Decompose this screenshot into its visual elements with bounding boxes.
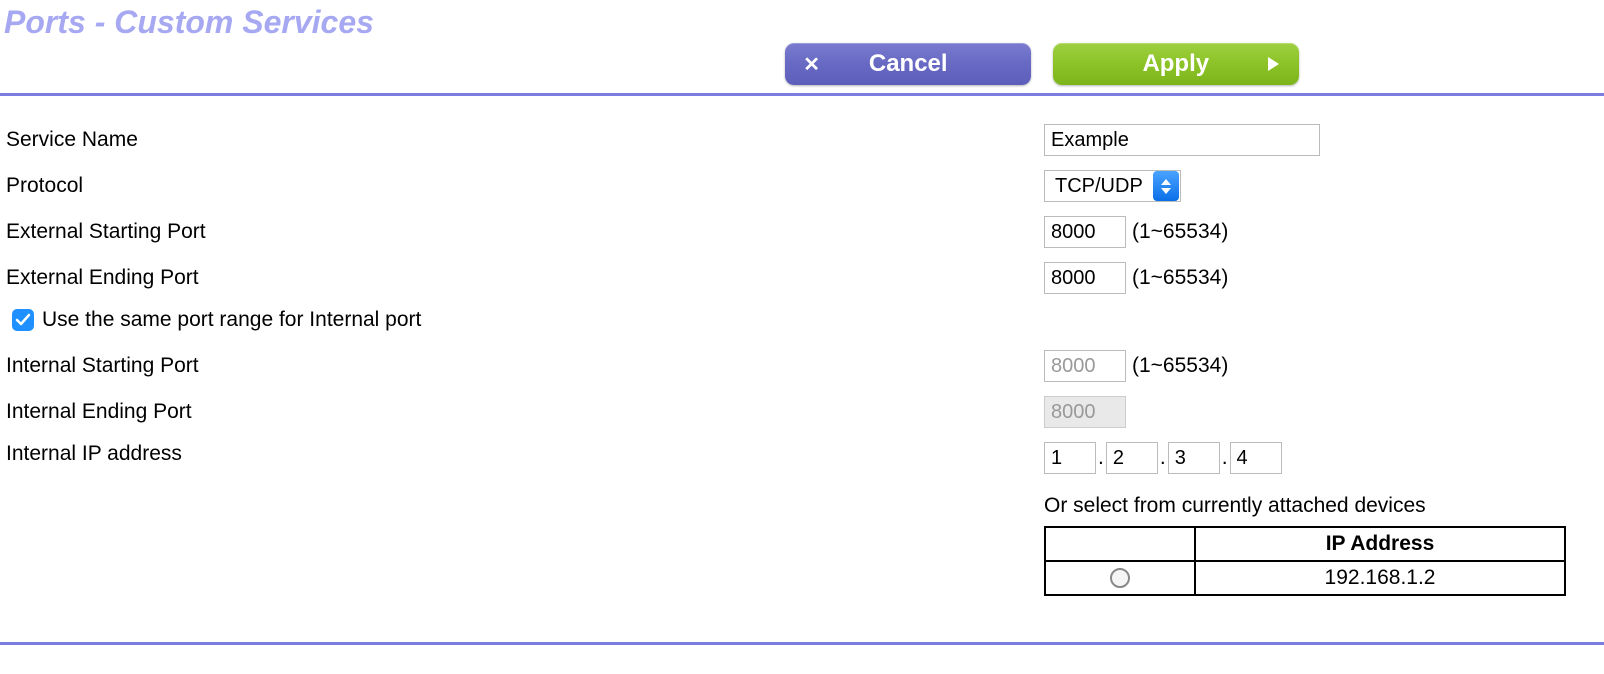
ip-octet-4-input[interactable] [1230,442,1282,474]
ip-dot: . [1160,446,1166,470]
ext-start-port-input[interactable] [1044,216,1126,248]
page-title: Ports - Custom Services [0,0,1604,41]
ext-end-port-input[interactable] [1044,262,1126,294]
devices-ip-header: IP Address [1195,527,1565,561]
same-port-label: Use the same port range for Internal por… [42,308,421,332]
close-icon: ✕ [803,52,820,77]
service-name-input[interactable] [1044,124,1320,156]
apply-button-label: Apply [1142,50,1209,78]
ip-octet-1-input[interactable] [1044,442,1096,474]
same-port-checkbox[interactable] [12,309,34,331]
ext-end-range-hint: (1~65534) [1132,266,1228,290]
button-row: ✕ Cancel Apply [480,41,1604,93]
cancel-button[interactable]: ✕ Cancel [785,43,1031,85]
ip-octet-3-input[interactable] [1168,442,1220,474]
label-int-ip: Internal IP address [6,442,1044,466]
form-area: Service Name Protocol TCP/UDP External S… [0,96,1604,624]
ip-dot: . [1098,446,1104,470]
protocol-select[interactable]: TCP/UDP [1044,170,1181,202]
or-select-text: Or select from currently attached device… [1044,494,1426,518]
label-int-start: Internal Starting Port [6,354,1044,378]
devices-select-header [1045,527,1195,561]
protocol-value: TCP/UDP [1045,175,1153,198]
updown-icon [1153,171,1179,201]
label-ext-end: External Ending Port [6,266,1044,290]
device-radio[interactable] [1110,568,1130,588]
ip-dot: . [1222,446,1228,470]
label-service-name: Service Name [6,128,1044,152]
device-ip-cell: 192.168.1.2 [1195,561,1565,595]
label-protocol: Protocol [6,174,1044,198]
check-icon [15,312,31,328]
cancel-button-label: Cancel [869,50,948,78]
divider-bottom [0,642,1604,645]
int-end-port-input [1044,396,1126,428]
devices-table: IP Address 192.168.1.2 [1044,526,1566,596]
play-icon [1268,57,1279,71]
int-start-range-hint: (1~65534) [1132,354,1228,378]
int-start-port-input[interactable] [1044,350,1126,382]
table-row: 192.168.1.2 [1045,561,1565,595]
label-ext-start: External Starting Port [6,220,1044,244]
ext-start-range-hint: (1~65534) [1132,220,1228,244]
apply-button[interactable]: Apply [1053,43,1299,85]
label-int-end: Internal Ending Port [6,400,1044,424]
ip-octet-2-input[interactable] [1106,442,1158,474]
